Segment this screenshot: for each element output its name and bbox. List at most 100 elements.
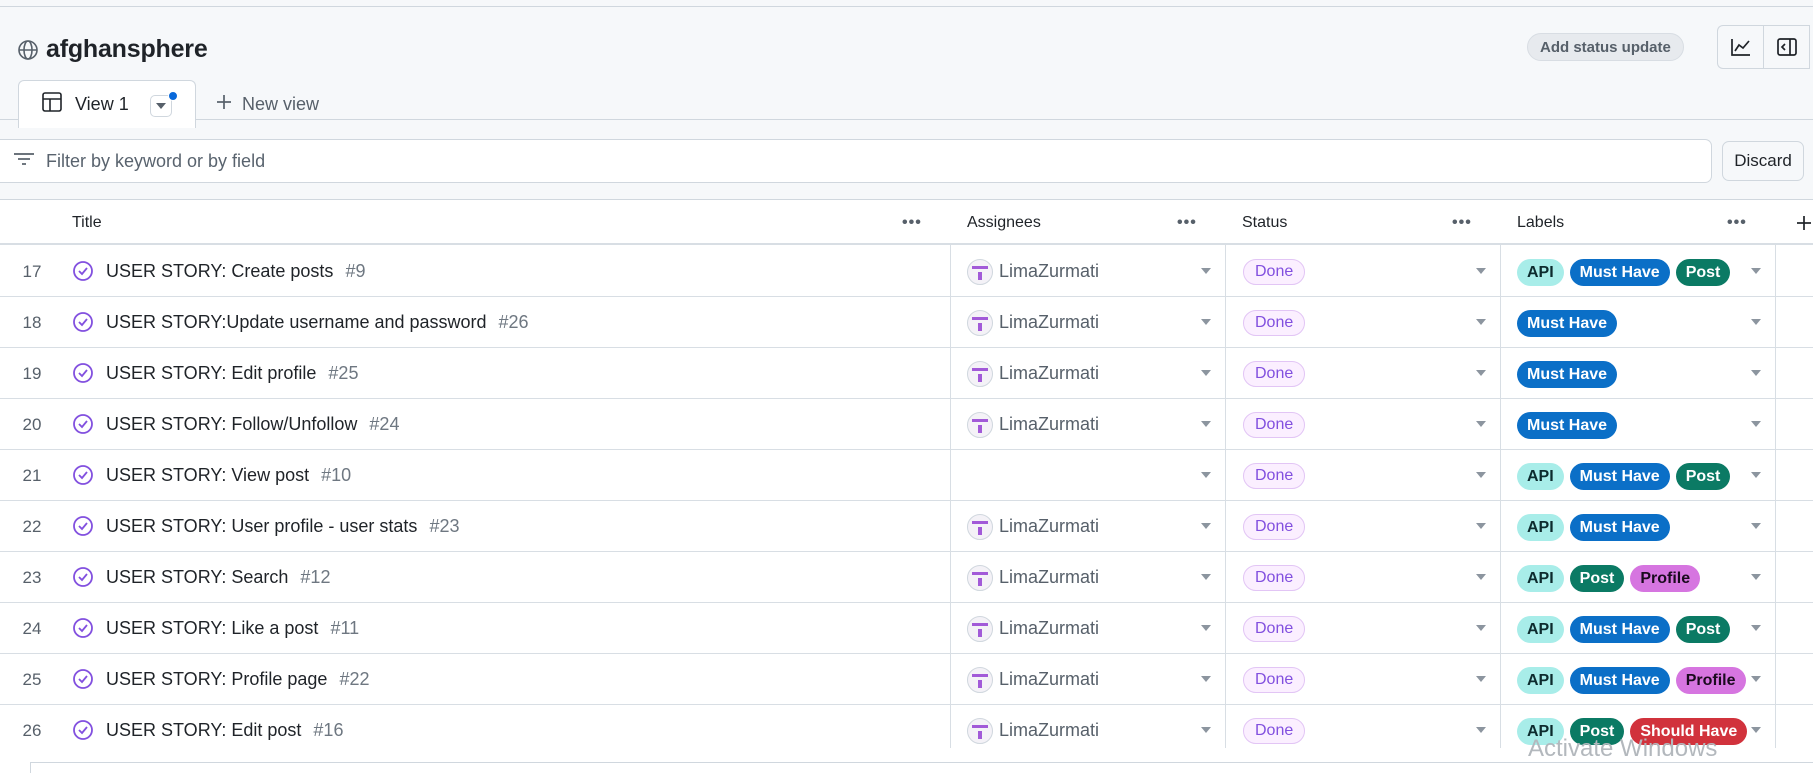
tab-view-1[interactable]: View 1 [18,80,196,128]
table-row[interactable]: 17 USER STORY: Create posts #9 LimaZurmati D… [0,246,1813,297]
labels-cell[interactable]: API Must Have Post [1517,463,1752,490]
column-header-labels[interactable]: Labels ••• [1517,200,1775,245]
status-badge[interactable]: Done [1243,514,1306,540]
assignee-name: LimaZurmati [999,669,1100,689]
issue-title-link[interactable]: USER STORY: View post #10 [106,450,351,501]
discard-button[interactable]: Discard [1722,141,1804,181]
labels-cell[interactable]: Must Have [1517,361,1752,388]
chevron-down-icon[interactable] [1751,319,1761,325]
assignee-cell[interactable]: LimaZurmati [967,348,1099,399]
label-badge: Must Have [1569,259,1670,286]
project-table: Title ••• Assignees ••• Status ••• Label… [0,199,1813,756]
filter-input[interactable]: Filter by keyword or by field [0,139,1712,183]
chevron-down-icon[interactable] [1476,625,1486,631]
chevron-down-icon[interactable] [1476,523,1486,529]
chevron-down-icon[interactable] [1476,421,1486,427]
chevron-down-icon[interactable] [1476,472,1486,478]
labels-cell[interactable]: API Must Have Post [1517,259,1752,286]
sidebar-collapse-icon[interactable] [1764,26,1810,68]
chevron-down-icon[interactable] [1201,370,1211,376]
issue-title-link[interactable]: USER STORY: Search #12 [106,552,330,603]
table-row[interactable]: 25 USER STORY: Profile page #22 LimaZurmati… [0,654,1813,705]
column-menu-icon[interactable]: ••• [1177,214,1197,232]
column-menu-icon[interactable]: ••• [1452,214,1472,232]
chevron-down-icon[interactable] [1476,370,1486,376]
status-badge[interactable]: Done [1243,463,1306,489]
chevron-down-icon[interactable] [1476,574,1486,580]
assignee-cell[interactable]: LimaZurmati [967,399,1099,450]
labels-cell[interactable]: Must Have [1517,412,1752,439]
issue-title-link[interactable]: USER STORY: Profile page #22 [106,654,370,705]
assignee-cell[interactable]: LimaZurmati [967,552,1099,603]
chevron-down-icon[interactable] [1476,727,1486,733]
column-header-status[interactable]: Status ••• [1242,200,1500,245]
chevron-down-icon[interactable] [1751,676,1761,682]
labels-cell[interactable]: Must Have [1517,310,1752,337]
status-badge[interactable]: Done [1243,412,1306,438]
chevron-down-icon[interactable] [1201,268,1211,274]
chevron-down-icon[interactable] [1201,625,1211,631]
add-status-update-button[interactable]: Add status update [1527,33,1684,61]
assignee-cell[interactable]: LimaZurmati [967,654,1099,705]
assignee-cell[interactable]: LimaZurmati [967,297,1099,348]
status-badge[interactable]: Done [1243,565,1306,591]
status-badge[interactable]: Done [1243,616,1306,642]
chevron-down-icon [156,103,166,109]
column-menu-icon[interactable]: ••• [902,214,922,232]
labels-cell[interactable]: API Must Have Profile [1517,667,1752,694]
chevron-down-icon[interactable] [1476,676,1486,682]
chevron-down-icon[interactable] [1751,574,1761,580]
unsaved-changes-dot [168,91,178,101]
assignee-cell[interactable]: LimaZurmati [967,603,1099,654]
graph-icon[interactable] [1718,26,1764,68]
issue-title-link[interactable]: USER STORY: Create posts #9 [106,246,365,297]
status-badge[interactable]: Done [1243,667,1306,693]
table-row[interactable]: 24 USER STORY: Like a post #11 LimaZurmati D… [0,603,1813,654]
add-field-button[interactable] [1796,200,1813,245]
labels-cell[interactable]: API Must Have Post [1517,616,1752,643]
status-badge[interactable]: Done [1243,310,1306,336]
table-row[interactable]: 18 USER STORY:Update username and passwor… [0,297,1813,348]
assignee-cell[interactable]: LimaZurmati [967,246,1099,297]
issue-title-link[interactable]: USER STORY: Like a post #11 [106,603,359,654]
assignee-cell[interactable]: LimaZurmati [967,501,1099,552]
status-badge[interactable]: Done [1243,718,1306,744]
chevron-down-icon[interactable] [1476,319,1486,325]
project-title: afghansphere [16,35,208,64]
chevron-down-icon[interactable] [1751,370,1761,376]
chevron-down-icon[interactable] [1201,523,1211,529]
status-badge[interactable]: Done [1243,361,1306,387]
chevron-down-icon[interactable] [1201,574,1211,580]
labels-cell[interactable]: API Post Profile [1517,565,1752,592]
chevron-down-icon[interactable] [1751,625,1761,631]
table-row[interactable]: 22 USER STORY: User profile - user stats #… [0,501,1813,552]
table-row[interactable]: 21 USER STORY: View post #10 Done API Must Ha… [0,450,1813,501]
chevron-down-icon[interactable] [1201,319,1211,325]
chevron-down-icon[interactable] [1751,523,1761,529]
labels-cell[interactable]: API Must Have [1517,514,1752,541]
chevron-down-icon[interactable] [1201,676,1211,682]
column-header-title[interactable]: Title ••• [72,200,950,245]
chevron-down-icon[interactable] [1201,727,1211,733]
chevron-down-icon[interactable] [1201,472,1211,478]
issue-title-link[interactable]: USER STORY: Edit profile #25 [106,348,358,399]
chevron-down-icon[interactable] [1751,472,1761,478]
chevron-down-icon[interactable] [1751,421,1761,427]
chevron-down-icon[interactable] [1751,727,1761,733]
chevron-down-icon[interactable] [1201,421,1211,427]
new-view-button[interactable]: New view [196,80,319,128]
column-menu-icon[interactable]: ••• [1727,214,1747,232]
chevron-down-icon[interactable] [1751,268,1761,274]
table-row[interactable]: 19 USER STORY: Edit profile #25 LimaZurmati… [0,348,1813,399]
avatar [967,309,993,336]
issue-title-link[interactable]: USER STORY: Follow/Unfollow #24 [106,399,399,450]
table-icon [41,91,63,118]
issue-title-link[interactable]: USER STORY:Update username and password #… [106,297,529,348]
column-header-assignees[interactable]: Assignees ••• [967,200,1225,245]
table-row[interactable]: 23 USER STORY: Search #12 LimaZurmati Done AP… [0,552,1813,603]
issue-title-link[interactable]: USER STORY: User profile - user stats #23 [106,501,459,552]
status-badge[interactable]: Done [1243,259,1306,285]
project-header: afghansphere Add status update View 1 Ne… [0,7,1813,128]
chevron-down-icon[interactable] [1476,268,1486,274]
table-row[interactable]: 20 USER STORY: Follow/Unfollow #24 LimaZurm… [0,399,1813,450]
